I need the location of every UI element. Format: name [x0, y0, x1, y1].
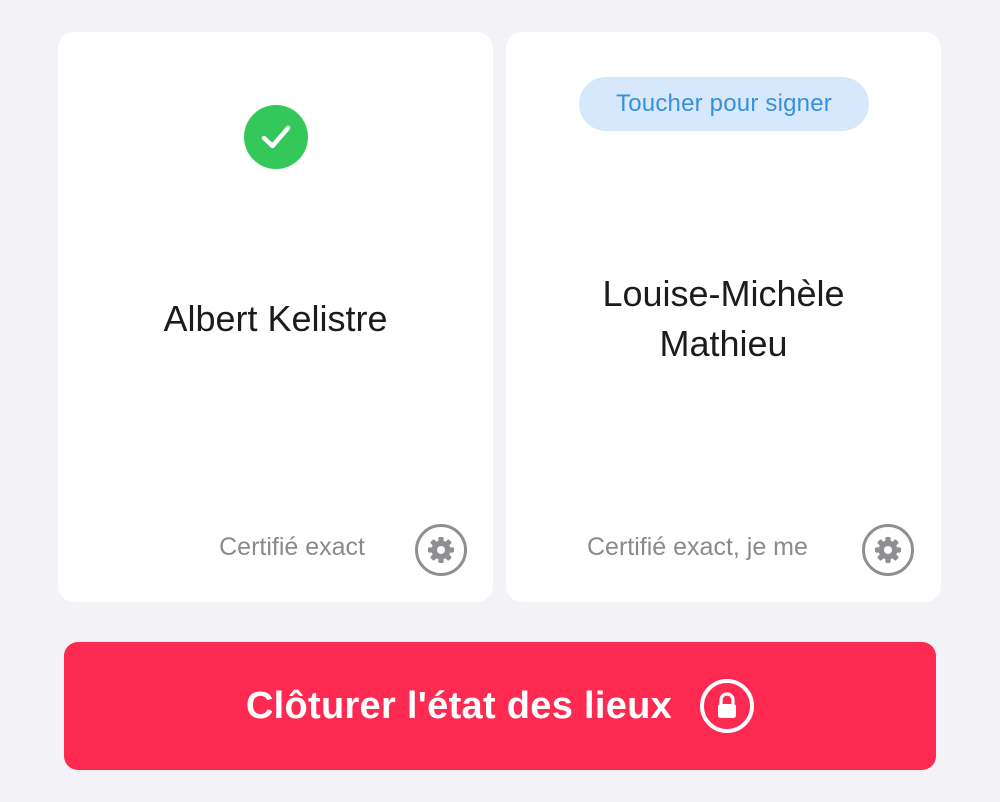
close-inspection-button[interactable]: Clôturer l'état des lieux: [64, 642, 936, 770]
signer-settings-button[interactable]: [862, 524, 914, 576]
checkmark-circle-icon: [244, 105, 308, 169]
lock-icon: [700, 679, 755, 733]
close-inspection-label: Clôturer l'état des lieux: [245, 685, 673, 727]
gear-icon: [875, 537, 901, 563]
signer-settings-button[interactable]: [415, 524, 467, 576]
signer-name: Louise-Michèle Mathieu: [506, 269, 941, 369]
signer-name-line2: Mathieu: [659, 323, 788, 364]
gear-icon: [428, 537, 454, 563]
signer-name: Albert Kelistre: [163, 298, 388, 339]
certification-text: Certifié exact: [219, 533, 365, 561]
certification-text: Certifié exact, je me: [587, 533, 808, 561]
tap-to-sign-button[interactable]: Toucher pour signer: [579, 77, 869, 131]
signature-screen: Albert Kelistre Certifié exact Toucher p…: [0, 0, 1000, 802]
signer-name-line1: Louise-Michèle: [602, 273, 845, 314]
signer-card-louise-michele[interactable]: Toucher pour signer Louise-Michèle Mathi…: [506, 32, 941, 602]
signer-card-albert[interactable]: Albert Kelistre Certifié exact: [58, 32, 493, 602]
